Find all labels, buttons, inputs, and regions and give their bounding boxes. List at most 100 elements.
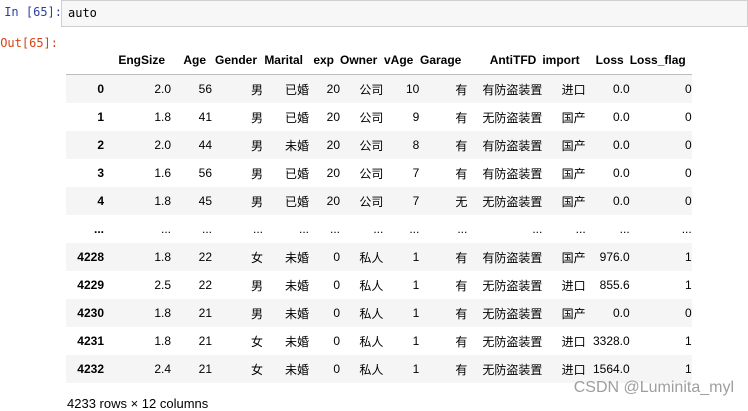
cell-engsize: 1.6 bbox=[154, 166, 171, 180]
cell-engsize: 1.8 bbox=[154, 110, 171, 124]
cell-antitfd: 无防盗装置 bbox=[482, 278, 543, 293]
cell-gender: 男 bbox=[250, 82, 263, 97]
cell-garage: 有 bbox=[455, 110, 468, 125]
code-input-area[interactable]: auto bbox=[61, 0, 748, 27]
cell-import: ... bbox=[575, 222, 586, 236]
cell-exp: 20 bbox=[326, 110, 340, 124]
table-row: 3 1.6 56 男 已婚 20 公司 7 有有防盗装置 国产 0.0 0 bbox=[66, 159, 691, 187]
cell-engsize: 1.8 bbox=[154, 250, 171, 264]
cell-loss: 976.0 bbox=[599, 250, 630, 264]
cell-marital: 已婚 bbox=[284, 194, 309, 209]
code-text[interactable]: auto bbox=[68, 6, 97, 20]
cell-vage: 1 bbox=[412, 334, 420, 348]
cell-age: 22 bbox=[198, 278, 212, 292]
cell-gender: 男 bbox=[250, 166, 263, 181]
cell-age: 44 bbox=[198, 138, 212, 152]
cell-loss-flag: ... bbox=[681, 222, 692, 236]
cell-antitfd: 有防盗装置 bbox=[482, 82, 543, 97]
cell-owner: 私人 bbox=[359, 306, 384, 321]
cell-vage: 7 bbox=[412, 166, 420, 180]
cell-engsize: 1.8 bbox=[154, 194, 171, 208]
cell-garage: 有 bbox=[455, 250, 468, 265]
cell-exp: 0 bbox=[333, 278, 340, 292]
cell-import: 进口 bbox=[561, 82, 586, 97]
index-header bbox=[66, 46, 109, 75]
cell-loss: 855.6 bbox=[599, 278, 630, 292]
cell-loss: 0.0 bbox=[613, 110, 630, 124]
cell-vage: 1 bbox=[412, 362, 420, 376]
cell-loss-flag: 0 bbox=[685, 82, 692, 96]
cell-loss: 0.0 bbox=[613, 194, 630, 208]
cell-owner: 公司 bbox=[359, 138, 384, 153]
cell-age: 56 bbox=[198, 82, 212, 96]
row-index: 0 bbox=[97, 82, 104, 96]
cell-owner: 私人 bbox=[359, 278, 384, 293]
row-index: 1 bbox=[97, 110, 104, 124]
column-header-engsize: EngSize bbox=[118, 53, 165, 67]
cell-garage: 有 bbox=[455, 82, 468, 97]
table-row: 4230 1.8 21 男 未婚 0 私人 1 有无防盗装置 国产 0.0 0 bbox=[66, 299, 692, 327]
table-header-row: EngSize Age Gender Marital exp Owner vAg… bbox=[66, 46, 692, 75]
cell-owner: 私人 bbox=[359, 362, 384, 377]
row-index: 3 bbox=[97, 166, 104, 180]
cell-owner: 公司 bbox=[359, 194, 384, 209]
cell-marital: 已婚 bbox=[284, 82, 309, 97]
column-header-marital: Marital bbox=[264, 53, 303, 67]
table-row: 4228 1.8 22 女 未婚 0 私人 1 有有防盗装置 国产 976.0 1 bbox=[66, 243, 692, 271]
cell-vage: ... bbox=[409, 222, 420, 236]
cell-engsize: 2.4 bbox=[154, 362, 171, 376]
cell-marital: 未婚 bbox=[284, 334, 309, 349]
cell-import: 国产 bbox=[561, 166, 586, 181]
cell-exp: 20 bbox=[326, 82, 340, 96]
cell-owner: 私人 bbox=[359, 334, 384, 349]
table-shape-summary: 4233 rows × 12 columns bbox=[67, 396, 209, 411]
cell-age: 56 bbox=[198, 166, 212, 180]
cell-antitfd: 无防盗装置 bbox=[482, 362, 543, 377]
cell-gender: 男 bbox=[250, 194, 263, 209]
cell-garage: 有 bbox=[455, 166, 468, 181]
row-index: 4229 bbox=[77, 278, 104, 292]
cell-import: 国产 bbox=[561, 250, 586, 265]
cell-antitfd: 有防盗装置 bbox=[482, 166, 543, 181]
cell-exp: ... bbox=[329, 222, 340, 236]
cell-loss: ... bbox=[619, 222, 630, 236]
cell-marital: 未婚 bbox=[284, 278, 309, 293]
cell-gender: 男 bbox=[250, 110, 263, 125]
cell-age: 45 bbox=[198, 194, 212, 208]
cell-marital: 已婚 bbox=[284, 166, 309, 181]
cell-age: 21 bbox=[198, 334, 212, 348]
cell-gender: 女 bbox=[250, 362, 263, 377]
cell-marital: 未婚 bbox=[284, 250, 309, 265]
cell-garage: 无 bbox=[455, 194, 468, 209]
cell-loss: 0.0 bbox=[613, 138, 630, 152]
table-row: 1 1.8 41 男 已婚 20 公司 9 有无防盗装置 国产 0.0 0 bbox=[66, 103, 691, 131]
dataframe-table: EngSize Age Gender Marital exp Owner vAg… bbox=[66, 46, 692, 383]
cell-engsize: 2.0 bbox=[154, 138, 171, 152]
row-index: 4231 bbox=[77, 334, 104, 348]
watermark: CSDN @Luminita_myl bbox=[573, 379, 734, 396]
cell-gender: ... bbox=[252, 222, 263, 236]
column-header-import: import bbox=[542, 53, 580, 67]
cell-import: 国产 bbox=[561, 194, 586, 209]
table-body: 0 2.0 56 男已婚 20 公司 10 有有防盗装置 进口 0.0 0 1 1.8 41 男已婚 20 公司… bbox=[66, 74, 692, 383]
cell-age: 41 bbox=[198, 110, 212, 124]
cell-import: 进口 bbox=[561, 334, 586, 349]
cell-loss-flag: 1 bbox=[685, 278, 692, 292]
cell-exp: 0 bbox=[333, 334, 340, 348]
cell-garage: 有 bbox=[455, 306, 468, 321]
table-row: 4229 2.5 22 男 未婚 0 私人 1 有无防盗装置 进口 855.6 1 bbox=[66, 271, 692, 299]
column-header-age: Age bbox=[183, 53, 206, 67]
cell-marital: 未婚 bbox=[284, 362, 309, 377]
table-row: 0 2.0 56 男 已婚 20 公司 10 有有防盗装置 进口 0.0 0 bbox=[66, 74, 692, 103]
row-index: 2 bbox=[97, 138, 104, 152]
cell-owner: ... bbox=[373, 222, 384, 236]
cell-exp: 20 bbox=[326, 138, 340, 152]
cell-engsize: 2.5 bbox=[154, 278, 171, 292]
cell-age: ... bbox=[201, 222, 212, 236]
row-index: 4230 bbox=[77, 306, 104, 320]
cell-antitfd: 无防盗装置 bbox=[482, 110, 543, 125]
cell-age: 21 bbox=[198, 362, 212, 376]
cell-import: 国产 bbox=[561, 110, 586, 125]
cell-owner: 私人 bbox=[359, 250, 384, 265]
table-row: 2 2.0 44 男 未婚 20 公司 8 有有防盗装置 国产 0.0 0 bbox=[66, 131, 692, 159]
